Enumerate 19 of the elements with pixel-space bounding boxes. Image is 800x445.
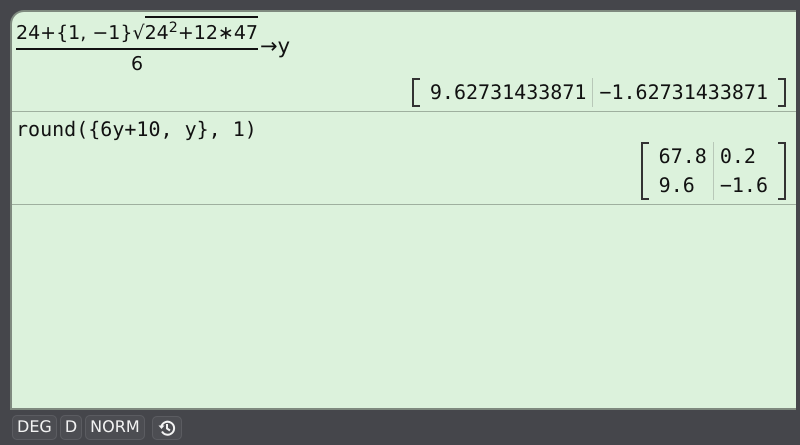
mode-button[interactable]: DEG	[12, 415, 57, 440]
history-icon	[156, 418, 177, 438]
matrix-cell: −1.62731433871	[592, 78, 774, 107]
denominator-text: 6	[130, 52, 144, 76]
left-bracket	[412, 78, 420, 107]
mode-button[interactable]: D	[60, 415, 82, 440]
matrix-cell: 0.2	[712, 142, 774, 171]
right-bracket	[778, 142, 786, 200]
matrix-cell-text: 9.62731433871	[428, 79, 588, 106]
left-bracket	[640, 142, 649, 200]
mode-button[interactable]: NORM	[85, 415, 145, 440]
store-arrow-text: →y	[260, 33, 290, 60]
history-button[interactable]	[152, 416, 182, 440]
input-expression: round({6y+10, y}, 1)	[16, 116, 257, 142]
matrix-cell: −1.6	[712, 171, 774, 200]
matrix-cell-text: 67.8	[658, 143, 708, 170]
right-bracket	[778, 78, 786, 107]
numerator-text: 24+{1, −1}√	[16, 21, 145, 46]
matrix-cell-text: 9.6	[658, 172, 696, 199]
